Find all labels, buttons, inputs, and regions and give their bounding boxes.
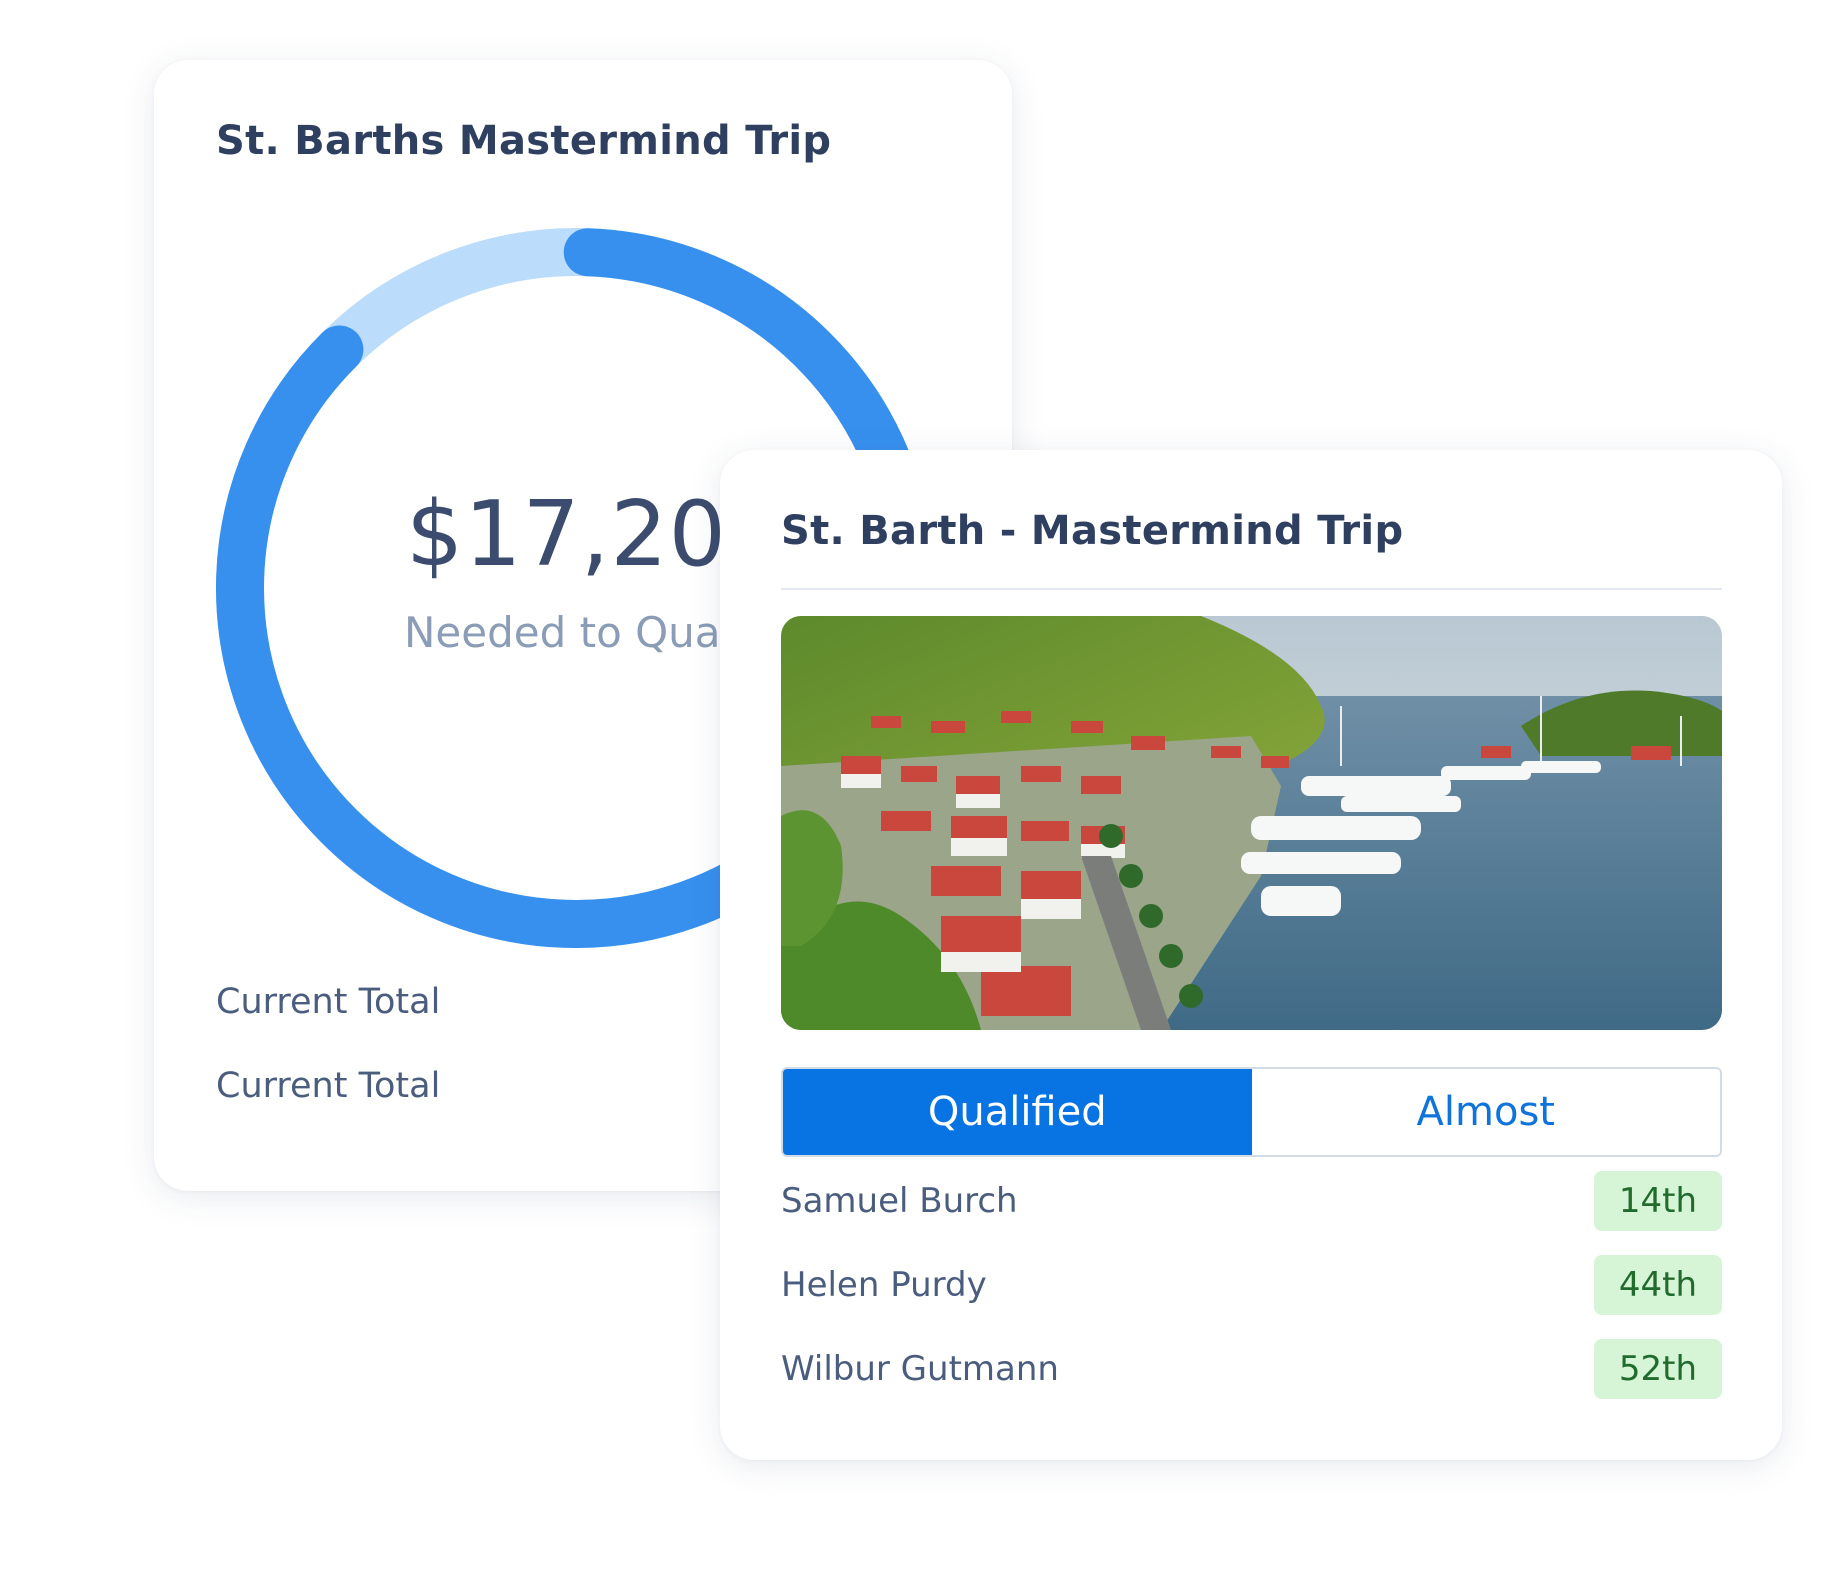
qualification-toggle: Qualified Almost [781,1067,1722,1157]
harbor-photo [781,616,1722,1030]
list-item: Helen Purdy 44th [781,1255,1722,1315]
current-total-label: Current Total [216,982,441,1022]
member-name: Helen Purdy [781,1265,987,1305]
member-name: Wilbur Gutmann [781,1349,1059,1389]
tab-almost[interactable]: Almost [1251,1069,1720,1155]
card-title: St. Barth - Mastermind Trip [781,508,1404,554]
list-item: Wilbur Gutmann 52th [781,1339,1722,1399]
list-item: Samuel Burch 14th [781,1171,1722,1231]
trip-leaderboard-card: St. Barth - Mastermind Trip Qualified Al… [720,450,1782,1460]
current-total-label: Current Total [216,1066,441,1106]
tab-qualified[interactable]: Qualified [783,1069,1252,1155]
rank-badge: 14th [1594,1171,1722,1231]
divider [781,588,1722,590]
member-name: Samuel Burch [781,1181,1018,1221]
rank-badge: 52th [1594,1339,1722,1399]
card-title: St. Barths Mastermind Trip [216,118,832,164]
rank-badge: 44th [1594,1255,1722,1315]
